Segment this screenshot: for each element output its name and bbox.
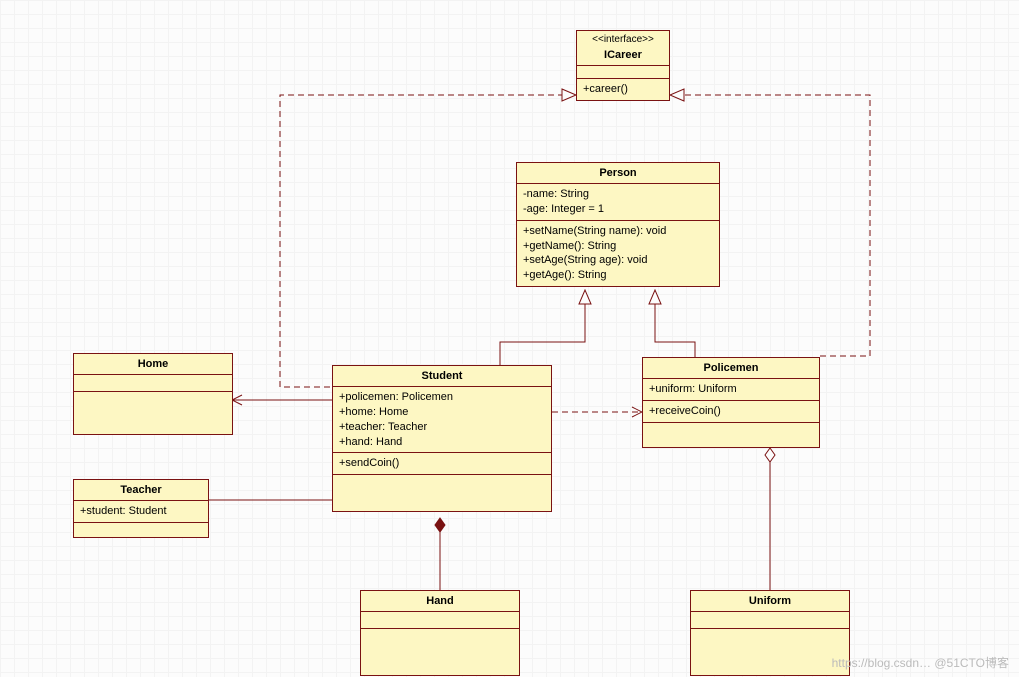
- attributes: [361, 612, 519, 629]
- class-name: Home: [74, 354, 232, 375]
- class-name: Student: [333, 366, 551, 387]
- operations: +sendCoin(): [333, 453, 551, 475]
- operations: [691, 629, 849, 675]
- attributes: [577, 66, 669, 79]
- operations: [74, 392, 232, 434]
- class-name: ICareer: [577, 45, 669, 66]
- class-policemen[interactable]: Policemen +uniform: Uniform +receiveCoin…: [642, 357, 820, 448]
- class-icareer[interactable]: <<interface>> ICareer +career(): [576, 30, 670, 101]
- class-teacher[interactable]: Teacher +student: Student: [73, 479, 209, 538]
- attributes: +policemen: Policemen +home: Home +teach…: [333, 387, 551, 453]
- attributes: [74, 375, 232, 392]
- operations: +career(): [577, 79, 669, 100]
- watermark: https://blog.csdn… @51CTO博客: [832, 654, 1009, 671]
- attributes: +uniform: Uniform: [643, 379, 819, 401]
- attributes: -name: String -age: Integer = 1: [517, 184, 719, 221]
- attributes: [691, 612, 849, 629]
- class-home[interactable]: Home: [73, 353, 233, 435]
- class-name: Teacher: [74, 480, 208, 501]
- operations: +receiveCoin(): [643, 401, 819, 423]
- class-student[interactable]: Student +policemen: Policemen +home: Hom…: [332, 365, 552, 512]
- class-name: Policemen: [643, 358, 819, 379]
- operations: [74, 523, 208, 537]
- class-uniform[interactable]: Uniform: [690, 590, 850, 676]
- class-hand[interactable]: Hand: [360, 590, 520, 676]
- class-name: Hand: [361, 591, 519, 612]
- blank: [333, 475, 551, 511]
- operations: [361, 629, 519, 675]
- class-name: Uniform: [691, 591, 849, 612]
- class-person[interactable]: Person -name: String -age: Integer = 1 +…: [516, 162, 720, 287]
- blank: [643, 423, 819, 447]
- operations: +setName(String name): void +getName(): …: [517, 221, 719, 286]
- connectors: Policemen dependency (dashed open arrow)…: [0, 0, 1019, 677]
- attributes: +student: Student: [74, 501, 208, 523]
- class-name: Person: [517, 163, 719, 184]
- stereotype: <<interface>>: [577, 31, 669, 45]
